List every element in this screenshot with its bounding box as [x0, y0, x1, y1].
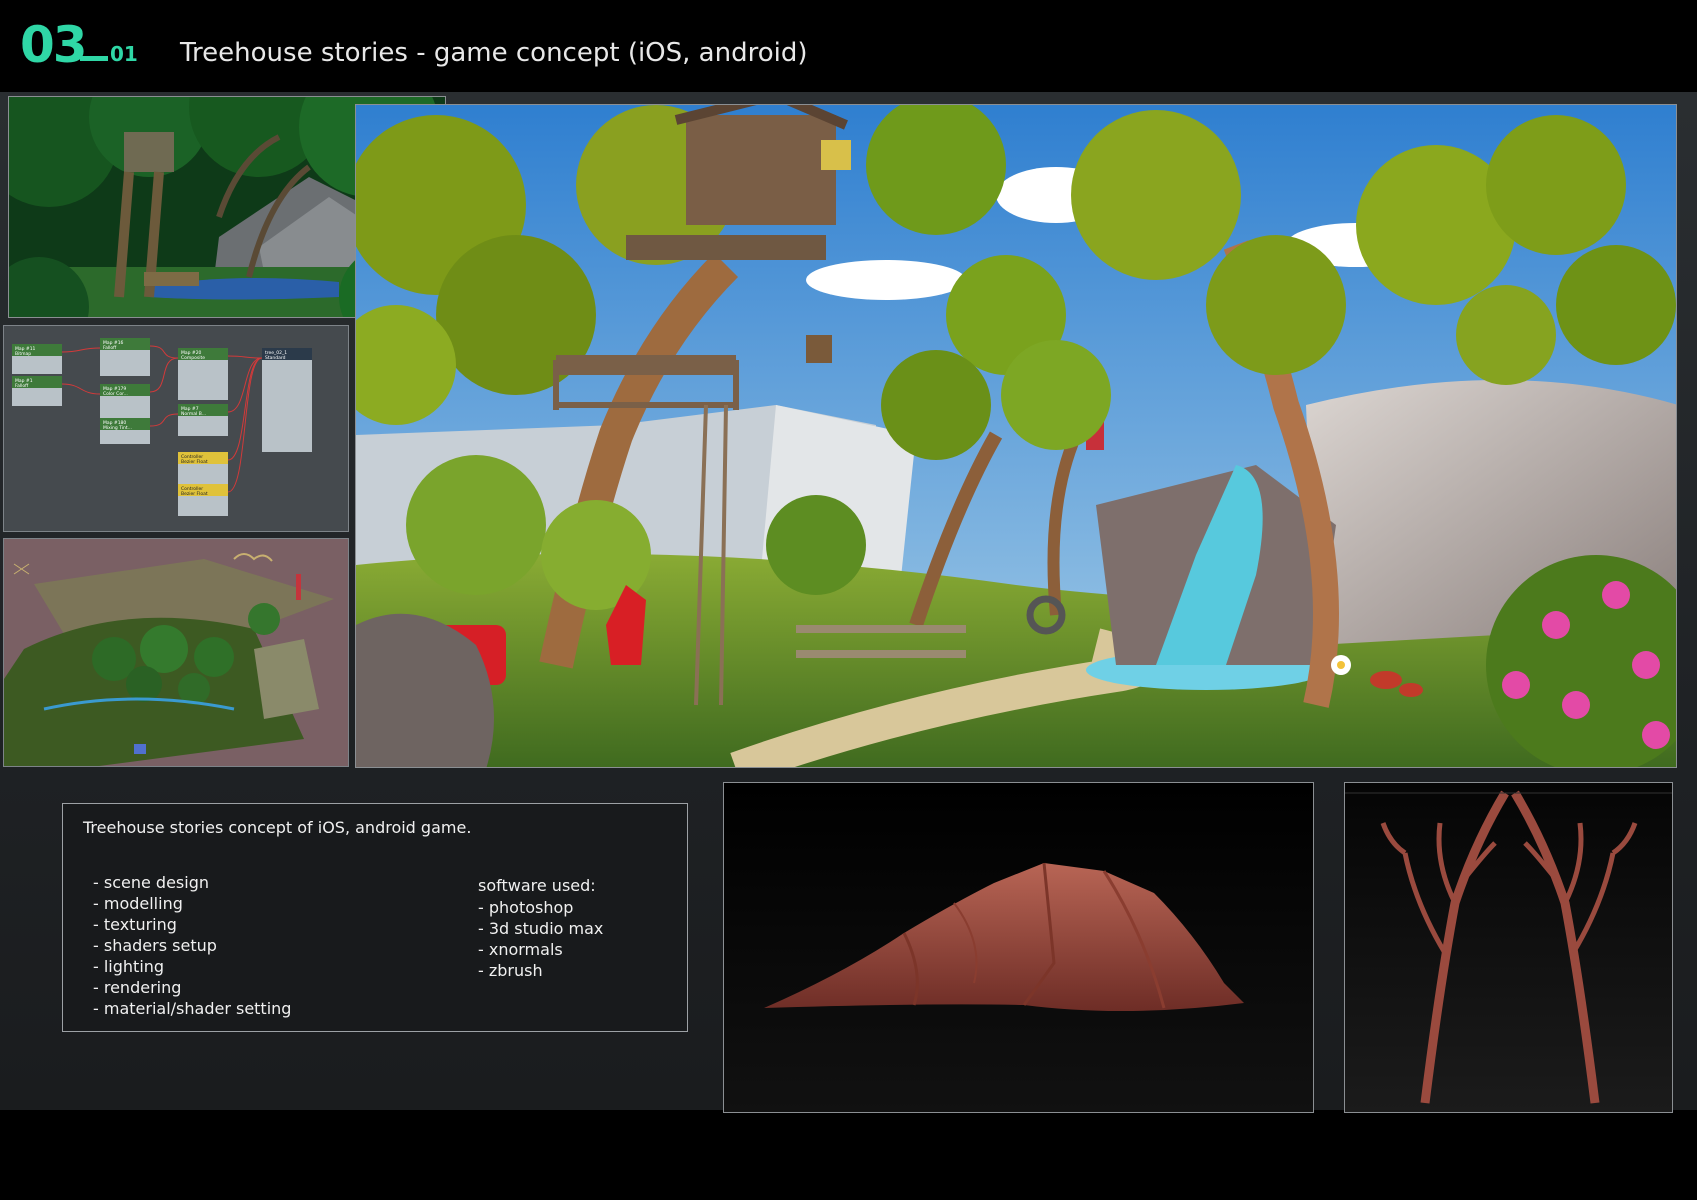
- node-body: [178, 496, 228, 516]
- task-item: - rendering: [93, 978, 182, 997]
- node-wire: [149, 413, 179, 427]
- main-concept-render: [355, 104, 1677, 768]
- section-sub-number: 01: [80, 44, 138, 64]
- node-wire: [227, 357, 263, 461]
- task-item: - material/shader setting: [93, 999, 292, 1018]
- software-list: - photoshop - 3d studio max - xnormals -…: [478, 897, 603, 981]
- node-subtitle: Mixing Tint...: [103, 425, 132, 431]
- node-wire: [149, 345, 179, 359]
- number-underscore: [80, 56, 108, 61]
- node-body: [262, 360, 312, 452]
- node-subtitle: Bezier Float: [181, 459, 208, 465]
- task-item: - lighting: [93, 957, 165, 976]
- node-wire: [227, 355, 263, 359]
- task-item: - scene design: [93, 873, 209, 892]
- node-body: [100, 396, 150, 418]
- node-subtitle: Composite: [181, 355, 205, 361]
- node-subtitle: Falloff: [103, 345, 117, 351]
- node-wire: [61, 347, 101, 353]
- material-node: Map #16Falloff: [100, 338, 150, 376]
- software-title: software used:: [478, 876, 596, 895]
- node-body: [178, 416, 228, 436]
- node-body: [178, 360, 228, 400]
- material-node: Map #179Color Cor...: [100, 384, 150, 418]
- node-subtitle: Color Cor...: [103, 391, 128, 397]
- node-wire: [227, 357, 263, 413]
- scene-overview-image: [3, 538, 349, 767]
- header: 03 01 Treehouse stories - game concept (…: [0, 0, 1697, 92]
- material-node: Map #11Bitmap: [12, 344, 62, 374]
- material-node: Map #20Composite: [178, 348, 228, 400]
- task-list: - scene design - modelling - texturing -…: [93, 872, 291, 1019]
- software-item: - xnormals: [478, 940, 563, 959]
- node-body: [100, 350, 150, 376]
- material-node: ControllerBezier Float: [178, 452, 228, 484]
- task-item: - shaders setup: [93, 936, 217, 955]
- node-body: [100, 430, 150, 444]
- software-item: - photoshop: [478, 898, 574, 917]
- node-body: [178, 464, 228, 484]
- rock-sculpt-image: [723, 782, 1314, 1113]
- project-description-box: Treehouse stories concept of iOS, androi…: [62, 803, 688, 1032]
- page-title: Treehouse stories - game concept (iOS, a…: [180, 38, 808, 68]
- node-wire: [149, 357, 179, 393]
- sub-number-text: 01: [110, 42, 138, 66]
- node-subtitle: Standard: [265, 355, 286, 361]
- material-node: tree_02_1Standard: [262, 348, 312, 452]
- node-wire: [227, 357, 263, 493]
- software-item: - 3d studio max: [478, 919, 604, 938]
- software-item: - zbrush: [478, 961, 543, 980]
- node-subtitle: Bezier Float: [181, 491, 208, 497]
- node-subtitle: Normal B...: [181, 411, 206, 417]
- material-node: Map #1Falloff: [12, 376, 62, 406]
- node-body: [12, 388, 62, 406]
- section-number: 03: [20, 16, 88, 74]
- node-subtitle: Falloff: [15, 383, 29, 389]
- material-node-editor: Map #11 Bitmap Map #16 Falloff Map #20 Compos…: [3, 325, 349, 532]
- description-intro: Treehouse stories concept of iOS, androi…: [83, 818, 472, 837]
- node-body: [12, 356, 62, 374]
- task-item: - modelling: [93, 894, 183, 913]
- task-item: - texturing: [93, 915, 177, 934]
- node-subtitle: Bitmap: [15, 351, 31, 357]
- material-node: Map #180Mixing Tint...: [100, 418, 150, 444]
- tree-trunks-sculpt-image: [1344, 782, 1673, 1113]
- node-wire: [61, 383, 101, 395]
- material-node: Map #7Normal B...: [178, 404, 228, 436]
- material-node: ControllerBezier Float: [178, 484, 228, 516]
